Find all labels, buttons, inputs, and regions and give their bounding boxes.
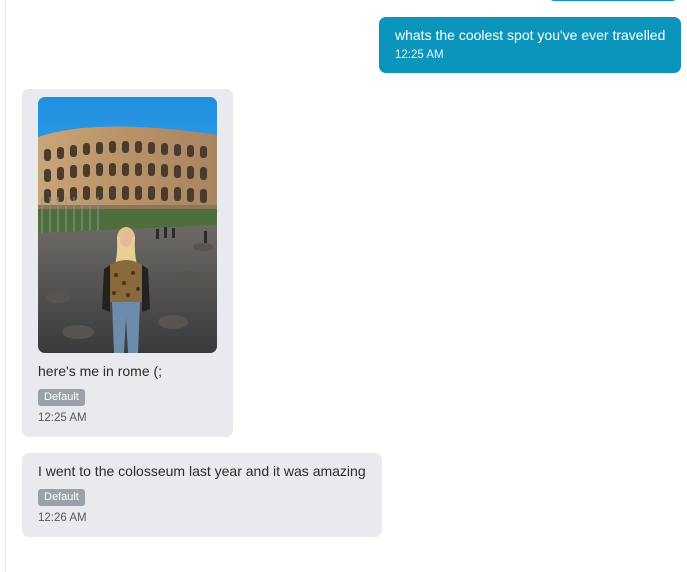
status-badge: Default xyxy=(38,389,85,406)
message-text: here's me in rome (; xyxy=(38,363,163,379)
message-text: I went to the colosseum last year and it… xyxy=(38,463,366,479)
status-badge: Default xyxy=(38,489,85,506)
incoming-photo-message: here's me in rome (; Default 12:25 AM xyxy=(22,89,233,437)
message-timestamp: 12:25 AM xyxy=(38,412,87,424)
message-text: whats the coolest spot you've ever trave… xyxy=(395,27,666,43)
message-timestamp: 12:25 AM xyxy=(395,49,444,61)
photo-attachment[interactable] xyxy=(38,97,217,353)
previous-message-bubble xyxy=(548,0,678,1)
incoming-message: I went to the colosseum last year and it… xyxy=(22,453,382,537)
colosseum-photo xyxy=(38,97,217,353)
message-timestamp: 12:26 AM xyxy=(38,512,87,524)
panel-divider xyxy=(5,0,6,572)
outgoing-message: whats the coolest spot you've ever trave… xyxy=(379,17,681,73)
chat-thread: whats the coolest spot you've ever trave… xyxy=(0,0,687,572)
